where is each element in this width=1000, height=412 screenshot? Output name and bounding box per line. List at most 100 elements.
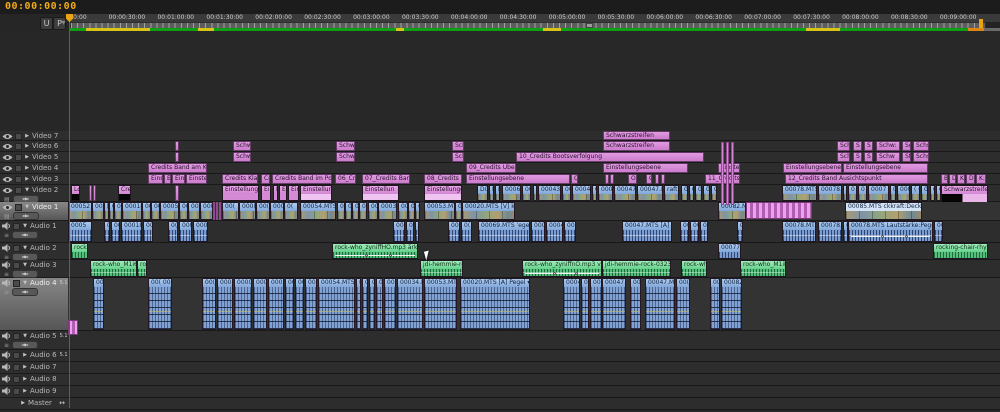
- clip[interactable]: 0(: [934, 221, 943, 242]
- sync-lock-icon[interactable]: [13, 245, 20, 252]
- clip[interactable]: 0(: [533, 185, 537, 201]
- keyframe-nav-widget[interactable]: ◂◆▸: [13, 212, 39, 220]
- keyframe-nav-widget[interactable]: ◂◆▸: [12, 341, 38, 349]
- clip[interactable]: Lo: [71, 185, 80, 201]
- clip[interactable]: Oi: [571, 174, 578, 184]
- clip[interactable]: 00(: [681, 185, 688, 201]
- sync-lock-icon[interactable]: [13, 262, 20, 269]
- clip[interactable]: Eins: [261, 185, 271, 201]
- collapse-arrow-icon[interactable]: ▼: [22, 223, 28, 229]
- clip[interactable]: 00064: [200, 202, 213, 220]
- clip[interactable]: 00078.MTS [V]: [782, 185, 817, 201]
- sync-lock-icon[interactable]: [15, 165, 22, 172]
- toggle-track-output-eye-icon[interactable]: [2, 165, 13, 172]
- work-area-end-marker[interactable]: [979, 19, 983, 28]
- clip[interactable]: Ein: [164, 174, 171, 184]
- clip[interactable]: 00078.MTS [A]: [782, 221, 816, 242]
- clip[interactable]: 000: [270, 202, 284, 220]
- clip[interactable]: 00078.M: [818, 221, 842, 242]
- clip[interactable]: [89, 185, 92, 201]
- clip[interactable]: 00(: [222, 202, 239, 220]
- display-style-icon[interactable]: ▤: [4, 213, 10, 220]
- clip[interactable]: 0(: [284, 202, 298, 220]
- collapse-arrow-icon[interactable]: ▼: [22, 333, 28, 339]
- clip[interactable]: 000(: [305, 278, 317, 330]
- clip[interactable]: 000(: [217, 278, 233, 330]
- clip[interactable]: 08_Credits Ban: [424, 174, 462, 184]
- track-header-audio-8[interactable]: ▶Audio 8: [0, 374, 68, 386]
- clip[interactable]: 000: [143, 221, 153, 242]
- clip[interactable]: Einst: [172, 174, 185, 184]
- clip[interactable]: Einstellungsebene: [783, 163, 842, 173]
- clip[interactable]: 00047.MTS [A] jel ▾: [622, 221, 672, 242]
- clip[interactable]: 000(: [253, 278, 267, 330]
- sync-lock-icon[interactable]: [13, 280, 20, 287]
- toggle-track-output-eye-icon[interactable]: [2, 133, 13, 140]
- clip[interactable]: D: [949, 174, 956, 184]
- clip[interactable]: 000(: [384, 278, 396, 330]
- toggle-track-output-speaker-icon[interactable]: [2, 222, 11, 230]
- clip[interactable]: 00020.MTS [V] kraft ▾: [462, 202, 515, 220]
- clip[interactable]: 00020.MTS [A] Pegel ▾: [460, 278, 530, 330]
- track-header-audio-3[interactable]: ▼Audio 3≡◂◆▸: [0, 260, 68, 278]
- clip[interactable]: 00(: [398, 202, 408, 220]
- toggle-track-output-speaker-icon[interactable]: [2, 244, 11, 252]
- toggle-track-output-speaker-icon[interactable]: [2, 375, 11, 383]
- clip[interactable]: Einstellung: [300, 185, 332, 201]
- track-header-master[interactable]: ▶Master↔: [0, 398, 68, 410]
- clip[interactable]: Schs: [913, 141, 929, 151]
- clip[interactable]: [93, 185, 96, 201]
- toggle-track-output-speaker-icon[interactable]: [2, 332, 11, 340]
- clip[interactable]: 00085.MTS ckkraft:Deckkraft ▾: [845, 202, 922, 220]
- clip[interactable]: Credits Band im Poliz: [272, 174, 332, 184]
- clip[interactable]: OO: [628, 174, 637, 184]
- clip[interactable]: K:: [957, 174, 965, 184]
- clip[interactable]: Oi: [646, 174, 652, 184]
- sync-lock-icon[interactable]: [15, 143, 22, 150]
- collapse-arrow-icon[interactable]: ▼: [22, 280, 28, 286]
- collapse-arrow-icon[interactable]: ▼: [22, 262, 28, 268]
- collapse-arrow-icon[interactable]: ▼: [22, 245, 28, 251]
- sync-lock-icon[interactable]: [15, 204, 22, 211]
- collapse-arrow-icon[interactable]: ▶: [22, 352, 28, 358]
- clip[interactable]: jdi-hemmie-rock-: [420, 260, 463, 277]
- clip[interactable]: 00(: [695, 185, 702, 201]
- clip[interactable]: 00047.MTS [V]: [637, 185, 663, 201]
- clip[interactable]: 000(: [448, 221, 460, 242]
- clip[interactable]: 000: [142, 202, 151, 220]
- clip[interactable]: rock-who_M1iE7: [740, 260, 786, 277]
- clip[interactable]: 00: [285, 278, 294, 330]
- clip[interactable]: 00047.MT: [645, 278, 675, 330]
- clip[interactable]: jdi-hemmie-rock-032314-5: [602, 260, 671, 277]
- clip[interactable]: 0004: [598, 185, 613, 201]
- clip[interactable]: 000: [700, 221, 708, 242]
- toggle-track-output-eye-icon[interactable]: [2, 154, 13, 161]
- toggle-track-output-eye-icon[interactable]: [2, 143, 13, 150]
- clip[interactable]: 00(: [690, 221, 699, 242]
- thin-title-clip[interactable]: [216, 202, 218, 220]
- clip[interactable]: 0004: [564, 221, 576, 242]
- clip[interactable]: 000(: [179, 221, 192, 242]
- clip[interactable]: Einstellungsebene: [466, 174, 570, 184]
- toggle-track-output-eye-icon[interactable]: [2, 204, 13, 211]
- clip[interactable]: Schw:: [876, 141, 900, 151]
- clip[interactable]: 00(: [676, 278, 690, 330]
- collapse-arrow-icon[interactable]: ▶: [24, 165, 30, 171]
- clip[interactable]: 00052: [68, 202, 92, 220]
- toggle-track-output-eye-icon[interactable]: [2, 176, 13, 183]
- clip[interactable]: i: [661, 174, 665, 184]
- clip[interactable]: 0(: [376, 278, 383, 330]
- clip[interactable]: Sch: [452, 141, 464, 151]
- striped-title-clip[interactable]: [746, 202, 812, 219]
- clip[interactable]: 00043.(: [546, 221, 563, 242]
- clip[interactable]: C: [605, 174, 609, 184]
- clip[interactable]: 00(: [455, 202, 462, 220]
- clip[interactable]: 00034.N: [378, 202, 397, 220]
- clip[interactable]: 00(: [737, 221, 743, 242]
- clip[interactable]: 0(: [168, 221, 178, 242]
- sync-lock-icon[interactable]: [13, 376, 20, 383]
- clip[interactable]: B:: [941, 174, 948, 184]
- toggle-track-output-speaker-icon[interactable]: [2, 261, 11, 269]
- clip[interactable]: i: [610, 174, 614, 184]
- clip[interactable]: (: [415, 202, 420, 220]
